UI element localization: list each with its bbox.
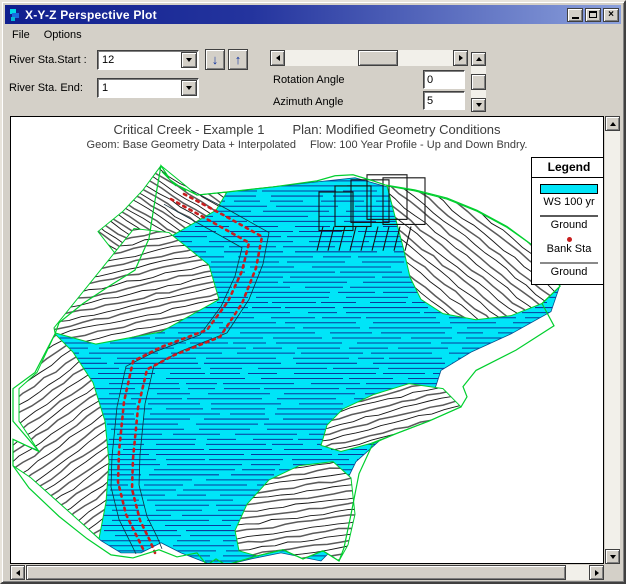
azimuth-scroll-down-button[interactable] xyxy=(471,98,486,112)
app-window: X-Y-Z Perspective Plot × File Options Ri… xyxy=(0,0,626,584)
rotation-scroll-right-button[interactable] xyxy=(453,50,468,66)
close-button[interactable]: × xyxy=(603,8,619,22)
legend-ground-line xyxy=(540,215,598,217)
menu-bar: File Options xyxy=(5,25,621,44)
rotation-angle-label: Rotation Angle xyxy=(273,74,345,86)
azimuth-angle-input[interactable] xyxy=(423,91,465,110)
app-icon xyxy=(8,8,22,22)
maximize-button[interactable] xyxy=(585,8,601,22)
plot-title-left: Critical Creek - Example 1 xyxy=(113,122,264,137)
azimuth-scroll-thumb[interactable] xyxy=(471,74,486,90)
plot-scroll-right-button[interactable] xyxy=(589,565,604,580)
menu-options[interactable]: Options xyxy=(37,27,89,43)
legend: Legend WS 100 yr Ground Bank Sta Ground xyxy=(531,157,604,285)
station-down-button[interactable]: ↓ xyxy=(205,49,225,70)
legend-entry-label: Bank Sta xyxy=(547,242,592,257)
arrow-left-icon xyxy=(16,570,20,576)
river-sta-end-label: River Sta. End: xyxy=(9,82,83,94)
arrow-right-icon xyxy=(459,55,463,61)
arrow-down-icon xyxy=(610,555,616,559)
legend-ground-line xyxy=(540,262,598,264)
perspective-plot xyxy=(11,117,603,563)
plot-scroll-down-button[interactable] xyxy=(605,549,620,564)
rotation-scrollbar[interactable] xyxy=(270,50,468,66)
arrow-up-icon xyxy=(476,57,482,61)
maximize-icon xyxy=(589,11,597,18)
arrow-down-icon xyxy=(476,103,482,107)
rotation-angle-input[interactable] xyxy=(423,70,465,89)
plot-horizontal-scrollbar[interactable] xyxy=(10,565,604,580)
arrow-left-icon xyxy=(276,55,280,61)
river-sta-start-dropdown-button[interactable] xyxy=(181,52,197,68)
plot-title-right: Plan: Modified Geometry Conditions xyxy=(292,122,500,137)
title-bar[interactable]: X-Y-Z Perspective Plot × xyxy=(5,5,621,24)
minimize-icon xyxy=(572,17,579,19)
arrow-up-icon xyxy=(610,122,616,126)
river-sta-start-label: River Sta.Start : xyxy=(9,54,87,66)
plot-area: Critical Creek - Example 1 Plan: Modified… xyxy=(10,116,620,580)
river-sta-end-value: 1 xyxy=(98,82,180,94)
legend-entry-label: Ground xyxy=(551,265,588,280)
arrow-right-icon xyxy=(595,570,599,576)
plot-canvas: Critical Creek - Example 1 Plan: Modified… xyxy=(10,116,604,564)
menu-file[interactable]: File xyxy=(5,27,37,43)
river-sta-end-combo[interactable]: 1 xyxy=(97,78,199,98)
plot-scroll-left-button[interactable] xyxy=(10,565,25,580)
plot-subtitle-left: Geom: Base Geometry Data + Interpolated xyxy=(87,139,296,151)
azimuth-angle-label: Azimuth Angle xyxy=(273,96,343,108)
plot-vertical-scrollbar[interactable] xyxy=(605,116,620,564)
plot-subtitle-right: Flow: 100 Year Profile - Up and Down Bnd… xyxy=(310,139,527,151)
chevron-down-icon xyxy=(186,86,192,90)
scrollbar-corner xyxy=(605,565,620,580)
river-sta-end-dropdown-button[interactable] xyxy=(181,80,197,96)
window-title: X-Y-Z Perspective Plot xyxy=(25,8,567,22)
legend-title: Legend xyxy=(532,158,604,178)
legend-ws-swatch xyxy=(540,184,598,194)
minimize-button[interactable] xyxy=(567,8,583,22)
rotation-scroll-thumb[interactable] xyxy=(358,50,398,66)
chevron-down-icon xyxy=(186,58,192,62)
plot-scroll-up-button[interactable] xyxy=(605,116,620,131)
plot-hscroll-thumb[interactable] xyxy=(26,565,566,580)
rotation-scroll-left-button[interactable] xyxy=(270,50,285,66)
legend-entry-label: Ground xyxy=(551,218,588,233)
azimuth-scrollbar[interactable] xyxy=(471,52,486,112)
legend-entry-label: WS 100 yr xyxy=(543,195,594,210)
river-sta-start-combo[interactable]: 12 xyxy=(97,50,199,70)
azimuth-scroll-up-button[interactable] xyxy=(471,52,486,66)
plot-titles: Critical Creek - Example 1 Plan: Modified… xyxy=(11,122,603,151)
river-sta-start-value: 12 xyxy=(98,54,180,66)
controls-panel: River Sta.Start : 12 ↓ ↑ River Sta. End:… xyxy=(5,44,621,116)
station-up-button[interactable]: ↑ xyxy=(228,49,248,70)
